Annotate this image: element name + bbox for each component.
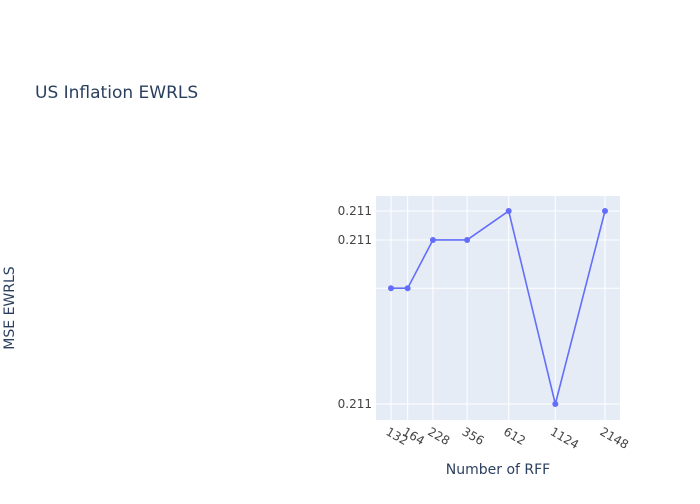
y-tick-label: 0.211 <box>338 397 372 411</box>
x-axis-label: Number of RFF <box>446 462 550 478</box>
y-axis-ticks: 0.211 0.211 0.211 <box>338 204 372 411</box>
chart-container: US Inflation EWRLS 0.211 0.211 0.211 132 16… <box>0 0 700 500</box>
x-tick-label: 356 <box>460 424 487 448</box>
x-axis-ticks: 132164228 356 612 1124 2148 <box>384 424 631 451</box>
y-axis-label: MSE EWRLS <box>2 266 18 349</box>
data-point <box>552 401 559 407</box>
data-point <box>602 208 608 214</box>
line-chart: US Inflation EWRLS 0.2110.2110.211 13216… <box>2 83 631 478</box>
data-point <box>429 236 436 243</box>
x-tick-label: 228 <box>425 424 452 448</box>
plot-background <box>376 196 620 420</box>
data-point <box>404 285 411 292</box>
data-point <box>388 285 394 292</box>
x-tick-label: 1124 <box>548 424 581 451</box>
y-tick-label: 0.211 <box>338 233 372 247</box>
chart-title: US Inflation EWRLS <box>35 83 198 103</box>
x-tick-label: 2148 <box>598 424 631 451</box>
y-tick-label: 0.211 <box>338 204 372 218</box>
data-point <box>505 208 512 214</box>
data-point <box>464 236 471 243</box>
x-tick-label: 612 <box>501 424 528 448</box>
